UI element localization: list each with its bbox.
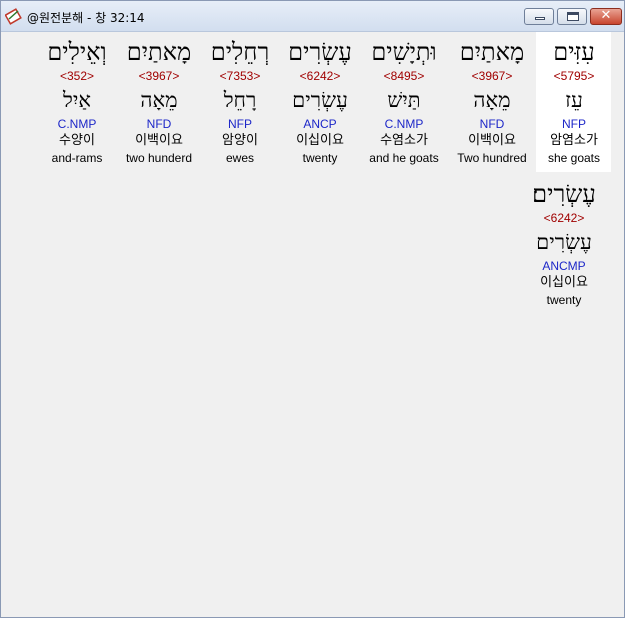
word-block[interactable]: מָאתַיִם <3967> מֵאָה NFD 이백이요 two hunde… [117,36,201,166]
korean-gloss: 수염소가 [380,133,428,148]
strong-number[interactable]: <7353> [198,68,282,84]
app-window: @원전분해 - 창 32:14 ✕ עִזִּים <5795> עֵז NFP… [0,0,625,618]
morphology: C.NMP [57,117,97,131]
strong-number[interactable]: <6242> [522,210,606,226]
lemma: מֵאָה [140,88,178,112]
morphology: ANCP [303,117,337,131]
morphology: NFD [146,117,172,131]
hebrew-word: עֶשְׂרִים׃ [532,180,596,208]
title-bar[interactable]: @원전분해 - 창 32:14 ✕ [1,1,624,32]
morphology: NFP [228,117,252,131]
english-gloss: and-rams [51,151,103,165]
maximize-icon [567,12,579,21]
english-gloss: Two hundred [457,151,527,165]
hebrew-word: עֶשְׂרִים [288,38,352,66]
morphology: C.NMP [384,117,424,131]
morphology: NFP [562,117,586,131]
korean-gloss: 이백이요 [468,133,516,148]
interlinear-panel[interactable]: עִזִּים <5795> עֵז NFP 암염소가 she goats מָ… [6,32,621,614]
word-block[interactable]: עִזִּים <5795> עֵז NFP 암염소가 she goats [532,36,616,166]
english-gloss: ewes [225,151,254,165]
korean-gloss: 이십이요 [540,275,588,290]
english-gloss: two hunderd [125,151,193,165]
strong-number[interactable]: <8495> [362,68,446,84]
lemma: עֶשְׂרִים [292,88,348,112]
minimize-button[interactable] [524,8,554,25]
lemma: תַּיִשׁ [387,88,421,112]
hebrew-word: וּתְיָשִׁים [371,38,437,66]
strong-number[interactable]: <6242> [278,68,362,84]
hebrew-word: עִזִּים [553,38,595,66]
word-block[interactable]: מָאתַיִם <3967> מֵאָה NFD 이백이요 Two hundr… [450,36,534,166]
window-title: @원전분해 - 창 32:14 [27,11,145,25]
word-block[interactable]: רְחֵלִים <7353> רָחֵל NFP 암양이 ewes [198,36,282,166]
lemma: אַיִל [63,88,91,112]
strong-number[interactable]: <5795> [532,68,616,84]
minimize-icon [535,17,545,20]
korean-gloss: 이십이요 [296,133,344,148]
maximize-button[interactable] [557,8,587,25]
close-button[interactable]: ✕ [590,8,622,25]
lemma: עֶשְׂרִים [536,230,592,254]
korean-gloss: 수양이 [59,133,95,148]
app-icon [5,8,22,25]
word-block[interactable]: וְאֵילִים <352> אַיִל C.NMP 수양이 and-rams [35,36,119,166]
lemma: מֵאָה [473,88,511,112]
english-gloss: she goats [547,151,601,165]
hebrew-word: וְאֵילִים [47,38,107,66]
korean-gloss: 이백이요 [135,133,183,148]
hebrew-word: מָאתַיִם [459,38,525,66]
morphology: ANCMP [542,259,586,273]
english-gloss: twenty [546,293,582,307]
word-block[interactable]: עֶשְׂרִים <6242> עֶשְׂרִים ANCP 이십이요 twe… [278,36,362,166]
morphology: NFD [479,117,505,131]
english-gloss: twenty [302,151,338,165]
korean-gloss: 암양이 [222,133,258,148]
word-block[interactable]: עֶשְׂרִים׃ <6242> עֶשְׂרִים ANCMP 이십이요 t… [522,178,606,308]
lemma: רָחֵל [223,88,257,112]
korean-gloss: 암염소가 [550,133,598,148]
strong-number[interactable]: <3967> [450,68,534,84]
hebrew-word: מָאתַיִם [126,38,192,66]
word-block[interactable]: וּתְיָשִׁים <8495> תַּיִשׁ C.NMP 수염소가 an… [362,36,446,166]
strong-number[interactable]: <3967> [117,68,201,84]
hebrew-word: רְחֵלִים [210,38,270,66]
strong-number[interactable]: <352> [35,68,119,84]
lemma: עֵז [565,88,583,112]
close-icon: ✕ [600,8,612,23]
english-gloss: and he goats [369,151,439,165]
